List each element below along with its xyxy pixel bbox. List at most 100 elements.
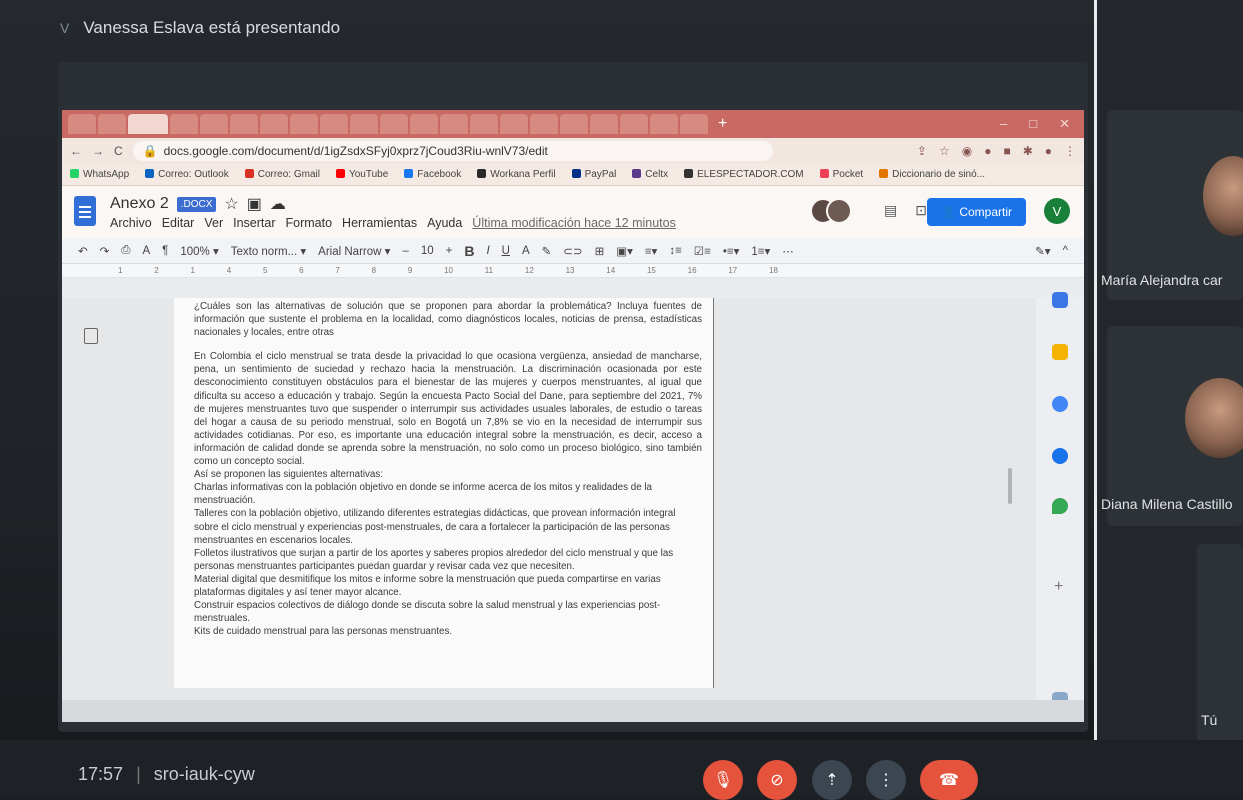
- browser-tab[interactable]: [470, 114, 498, 134]
- undo-icon[interactable]: ↶: [78, 244, 88, 258]
- user-avatar[interactable]: V: [1044, 198, 1070, 224]
- bookmark-item[interactable]: PayPal: [571, 169, 616, 180]
- bookmark-item[interactable]: Celtx: [632, 169, 668, 180]
- style-select[interactable]: Texto norm... ▾: [231, 244, 306, 258]
- bookmark-star-icon[interactable]: ☆: [939, 144, 950, 158]
- editing-mode-icon[interactable]: ✎▾: [1035, 244, 1050, 258]
- browser-tab[interactable]: [650, 114, 678, 134]
- maximize-icon[interactable]: □: [1029, 116, 1037, 132]
- browser-tab[interactable]: [440, 114, 468, 134]
- menu-archivo[interactable]: Archivo: [110, 216, 152, 230]
- browser-tab[interactable]: [260, 114, 288, 134]
- comments-icon[interactable]: ▤: [884, 202, 897, 219]
- browser-tab[interactable]: [500, 114, 528, 134]
- browser-tab[interactable]: [98, 114, 126, 134]
- bookmark-item[interactable]: WhatsApp: [70, 169, 129, 180]
- browser-tab[interactable]: [68, 114, 96, 134]
- docs-logo-icon[interactable]: [74, 196, 96, 226]
- puzzle-icon[interactable]: ✱: [1023, 144, 1033, 158]
- star-icon[interactable]: ☆: [224, 194, 238, 214]
- line-spacing-icon[interactable]: ↕≡: [669, 245, 681, 257]
- menu-ver[interactable]: Ver: [204, 216, 223, 230]
- underline-icon[interactable]: U: [502, 245, 510, 257]
- extension-icon[interactable]: ●: [984, 144, 991, 158]
- document-outline-icon[interactable]: [84, 328, 98, 344]
- checklist-icon[interactable]: ☑≡: [694, 244, 711, 258]
- bookmark-item[interactable]: Correo: Outlook: [145, 169, 229, 180]
- bookmark-item[interactable]: YouTube: [335, 169, 388, 180]
- paint-format-icon[interactable]: ¶: [162, 245, 168, 257]
- browser-tab[interactable]: [530, 114, 558, 134]
- align-icon[interactable]: ≡▾: [645, 244, 657, 258]
- more-icon[interactable]: ⋯: [782, 244, 794, 258]
- doc-title[interactable]: Anexo 2: [110, 195, 169, 213]
- url-field[interactable]: 🔒 docs.google.com/document/d/1igZsdxSFyj…: [132, 141, 773, 161]
- share-page-icon[interactable]: ⇪: [917, 144, 927, 158]
- extension-icon[interactable]: ◉: [962, 144, 972, 158]
- browser-tab[interactable]: [620, 114, 648, 134]
- move-folder-icon[interactable]: ▣: [247, 194, 262, 214]
- browser-tab[interactable]: [590, 114, 618, 134]
- maps-icon[interactable]: [1052, 498, 1068, 514]
- browser-tab[interactable]: [680, 114, 708, 134]
- browser-menu-icon[interactable]: ⋮: [1064, 144, 1076, 158]
- minimize-icon[interactable]: –: [1000, 116, 1007, 132]
- text-color-icon[interactable]: A: [522, 245, 530, 257]
- font-size-field[interactable]: 10: [421, 245, 434, 257]
- print-icon[interactable]: ⎙: [121, 244, 130, 257]
- calendar-icon[interactable]: [1052, 292, 1068, 308]
- browser-tab[interactable]: [350, 114, 378, 134]
- numbered-list-icon[interactable]: 1≡▾: [751, 244, 770, 258]
- browser-tab-active[interactable]: [128, 114, 168, 134]
- reload-icon[interactable]: C: [114, 144, 123, 158]
- extension-icon[interactable]: ■: [1003, 144, 1010, 158]
- browser-tab[interactable]: [380, 114, 408, 134]
- bookmark-item[interactable]: Diccionario de sinó...: [879, 169, 985, 180]
- document-page[interactable]: ¿Cuáles son las alternativas de solución…: [174, 298, 714, 688]
- close-icon[interactable]: ✕: [1059, 116, 1070, 132]
- keep-icon[interactable]: [1052, 344, 1068, 360]
- browser-tab[interactable]: [200, 114, 228, 134]
- tasks-icon[interactable]: [1052, 396, 1068, 412]
- add-addon-icon[interactable]: +: [1054, 578, 1063, 596]
- browser-tab[interactable]: [320, 114, 348, 134]
- redo-icon[interactable]: ↷: [100, 244, 110, 258]
- forward-icon[interactable]: →: [92, 144, 104, 158]
- contacts-icon[interactable]: [1052, 448, 1068, 464]
- bookmark-item[interactable]: Facebook: [404, 169, 461, 180]
- zoom-select[interactable]: 100% ▾: [180, 244, 218, 258]
- highlight-icon[interactable]: ✎: [542, 244, 552, 258]
- font-size-decrease-icon[interactable]: –: [402, 245, 408, 257]
- browser-tab[interactable]: [410, 114, 438, 134]
- menu-ayuda[interactable]: Ayuda: [427, 216, 462, 230]
- cloud-status-icon[interactable]: ☁: [270, 194, 286, 214]
- vertical-scrollbar[interactable]: [1008, 468, 1012, 504]
- menu-editar[interactable]: Editar: [162, 216, 195, 230]
- back-icon[interactable]: ←: [70, 144, 82, 158]
- ruler[interactable]: 1 2 1 4 5 6 7 8 9 10 11 12 13 14 15 16 17 18: [62, 264, 1084, 278]
- new-tab-icon[interactable]: +: [718, 115, 727, 133]
- italic-icon[interactable]: I: [486, 245, 489, 257]
- browser-tab[interactable]: [560, 114, 588, 134]
- comment-add-icon[interactable]: ⊞: [595, 244, 605, 258]
- menu-insertar[interactable]: Insertar: [233, 216, 275, 230]
- profile-avatar-icon[interactable]: ●: [1045, 144, 1052, 158]
- browser-tab[interactable]: [170, 114, 198, 134]
- bookmark-item[interactable]: Correo: Gmail: [244, 169, 320, 180]
- browser-tab[interactable]: [230, 114, 258, 134]
- font-size-increase-icon[interactable]: +: [446, 245, 453, 257]
- bookmark-item[interactable]: ELESPECTADOR.COM: [684, 169, 804, 180]
- browser-tab[interactable]: [290, 114, 318, 134]
- hangup-button[interactable]: ☎: [920, 760, 978, 800]
- bullet-list-icon[interactable]: •≡▾: [723, 244, 740, 258]
- menu-herramientas[interactable]: Herramientas: [342, 216, 417, 230]
- share-button[interactable]: 👤 Compartir: [927, 198, 1026, 226]
- collaborator-avatar[interactable]: [826, 198, 852, 224]
- present-button[interactable]: ⇡: [812, 760, 852, 800]
- menu-formato[interactable]: Formato: [286, 216, 333, 230]
- link-icon[interactable]: ⊂⊃: [563, 244, 582, 258]
- collapse-icon[interactable]: ^: [1063, 245, 1068, 257]
- spellcheck-icon[interactable]: A: [142, 245, 150, 257]
- font-select[interactable]: Arial Narrow ▾: [318, 244, 390, 258]
- image-icon[interactable]: ▣▾: [616, 244, 633, 258]
